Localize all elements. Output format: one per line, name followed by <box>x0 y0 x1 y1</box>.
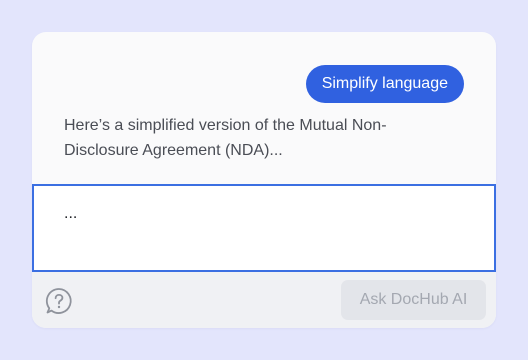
ai-response-text: Here’s a simplified version of the Mutua… <box>64 117 387 159</box>
prompt-input[interactable]: ... <box>32 184 496 272</box>
chat-footer: Ask DocHub AI <box>32 272 496 328</box>
user-message-bubble: Simplify language <box>305 65 464 103</box>
help-question-icon[interactable] <box>44 286 74 316</box>
ask-dochub-ai-button[interactable]: Ask DocHub AI <box>341 280 486 320</box>
ai-chat-panel: Simplify language Here’s a simplified ve… <box>32 32 496 328</box>
